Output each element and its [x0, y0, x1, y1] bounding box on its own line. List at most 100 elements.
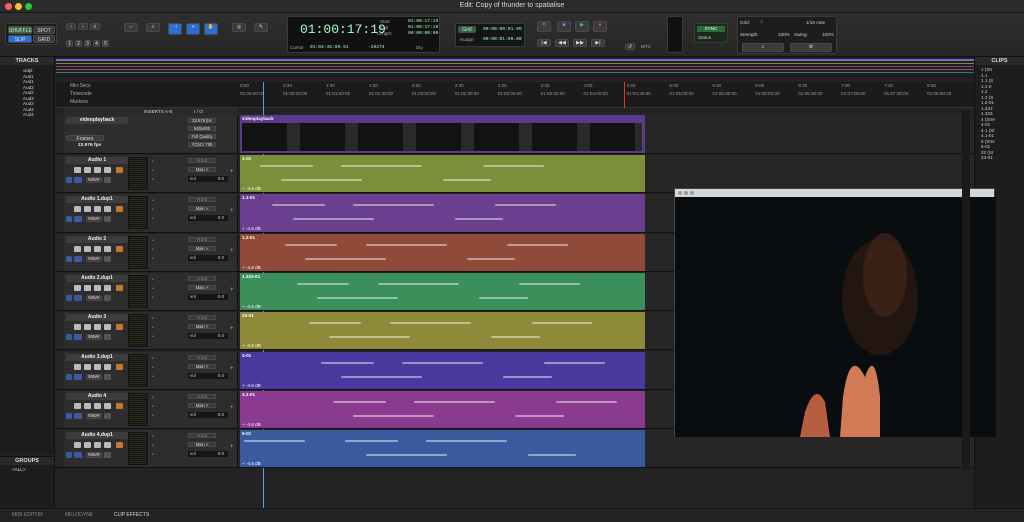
insert-slot-a[interactable]: • — [152, 395, 154, 401]
main-counter[interactable]: 01:00:17:19 — [300, 22, 386, 37]
length-value[interactable]: 00:00:00:00 — [408, 31, 438, 36]
timebase-icon[interactable] — [104, 373, 111, 380]
record-enable-icon[interactable] — [74, 206, 81, 213]
track-output-selector[interactable]: Main > — [188, 245, 216, 251]
track-output-selector[interactable]: Main > — [188, 363, 216, 369]
solo-button[interactable] — [94, 324, 101, 331]
track-volume[interactable]: vol 0.0 — [188, 333, 228, 340]
playlist-icon[interactable] — [74, 216, 82, 223]
gear-icon[interactable]: ⚙ — [790, 43, 832, 52]
insert-slot-c[interactable]: • — [152, 177, 154, 183]
mic-icon[interactable] — [116, 402, 123, 409]
zoom-out-button[interactable]: ‹ — [66, 23, 76, 30]
zoom-preset-5[interactable]: 5 — [102, 40, 109, 47]
insert-slot-c[interactable]: • — [152, 295, 154, 301]
grid-mode-button[interactable]: GRID — [33, 35, 55, 43]
insert-slot-a[interactable]: • — [152, 238, 154, 244]
track-name[interactable]: Audio 4.dup1 — [66, 432, 128, 440]
video-minimize-button[interactable] — [684, 191, 688, 195]
audio-clip[interactable]: 1-01 + -4.6 dB — [240, 155, 645, 193]
vol-value[interactable]: 0.0 — [218, 412, 224, 418]
automation-icon[interactable]: + — [230, 405, 234, 411]
record-enable-icon[interactable] — [74, 363, 81, 370]
go-to-end-button[interactable]: ▶| — [591, 39, 605, 47]
solo-button[interactable] — [94, 206, 101, 213]
track-input-selector[interactable]: A 1-2 — [188, 236, 216, 242]
track-output-selector[interactable]: Main > — [188, 442, 216, 448]
solo-button[interactable] — [94, 167, 101, 173]
automation-icon[interactable]: + — [230, 169, 234, 175]
track-name[interactable]: Audio 2.dup1 — [66, 274, 128, 282]
video-zoom-button[interactable] — [690, 191, 694, 195]
insert-slot-c[interactable]: • — [152, 216, 154, 222]
tab-midi-editor[interactable]: MIDI EDITOR — [12, 512, 43, 518]
audio-clip[interactable]: 1.1-01 + -4.6 dB — [240, 194, 645, 232]
swing-value[interactable]: 100% — [822, 32, 834, 37]
track-volume[interactable]: vol 0.0 — [188, 254, 228, 261]
insert-slot-a[interactable]: • — [152, 434, 154, 440]
track-output-selector[interactable]: Main > — [188, 206, 216, 212]
waveform-view-button[interactable]: wave — [86, 255, 102, 262]
nudge-label[interactable]: Nudge — [460, 37, 474, 42]
record-enable-icon[interactable] — [74, 245, 81, 252]
audio-clip[interactable]: 23-01 + -4.6 dB — [240, 312, 645, 350]
video-clip[interactable]: videoplayback — [240, 115, 645, 153]
waveform-view-button[interactable]: wave — [86, 294, 102, 301]
input-monitor-icon[interactable] — [84, 206, 91, 213]
record-enable-icon[interactable] — [74, 442, 81, 449]
playlist-icon[interactable] — [74, 334, 82, 341]
zoomer-tool-icon[interactable]: ⇔ — [124, 23, 138, 32]
timecode-ruler[interactable]: 01:00:00:00 01:00:30:00 01:01:00:00 01:01:3… — [240, 91, 970, 98]
track-input-selector[interactable]: A 1-2 — [188, 158, 216, 163]
right-grid-value[interactable]: 1/16 note — [806, 20, 825, 25]
audio-clip[interactable]: 5-01 + -4.6 dB — [240, 430, 645, 468]
record-enable-icon[interactable] — [74, 167, 81, 173]
waveform-view-button[interactable]: wave — [86, 334, 102, 341]
solo-button[interactable] — [94, 442, 101, 449]
grabber-tool-icon[interactable]: ✋ — [204, 23, 218, 35]
track-volume[interactable]: vol 0.0 — [188, 293, 228, 300]
insert-slot-a[interactable]: • — [152, 277, 154, 283]
input-monitor-icon[interactable] — [84, 284, 91, 291]
vol-value[interactable]: 0.0 — [218, 255, 224, 261]
track-view-selector-icon[interactable] — [66, 216, 72, 223]
track-volume[interactable]: vol 0.0 — [188, 176, 228, 182]
scrubber-tool-icon[interactable]: ◎ — [232, 23, 246, 32]
track-input-selector[interactable]: A 1-2 — [188, 275, 216, 281]
fast-forward-button[interactable]: ▶▶ — [573, 39, 587, 47]
track-name[interactable]: Audio 1 — [66, 157, 128, 164]
track-view-selector-icon[interactable] — [66, 177, 72, 183]
mic-icon[interactable] — [116, 206, 123, 213]
vol-value[interactable]: 0.0 — [218, 215, 224, 221]
zoom-preset-4[interactable]: 4 — [93, 40, 100, 47]
insert-slot-c[interactable]: • — [152, 452, 154, 458]
rewind-button[interactable]: ◀◀ — [555, 39, 569, 47]
track-output-selector[interactable]: Main > — [188, 284, 216, 290]
mute-button[interactable] — [104, 442, 111, 449]
tab-melodyne[interactable]: MELODYNE — [65, 512, 93, 518]
vol-value[interactable]: 0.0 — [218, 451, 224, 457]
insert-slot-b[interactable]: • — [152, 207, 154, 213]
track-name[interactable]: Audio 1.dup1 — [66, 196, 128, 204]
timebase-icon[interactable] — [104, 334, 111, 341]
mute-button[interactable] — [104, 167, 111, 173]
tab-clip-effects[interactable]: CLIP EFFECTS — [114, 512, 149, 518]
loop-icon[interactable]: ⟲ — [537, 21, 551, 32]
zoom-preset-3[interactable]: 3 — [84, 40, 91, 47]
solo-button[interactable] — [94, 284, 101, 291]
track-output-selector[interactable]: Main > — [188, 167, 216, 172]
slip-mode-button[interactable]: SLIP — [8, 35, 32, 43]
track-view-selector-icon[interactable] — [66, 334, 72, 341]
automation-icon[interactable]: + — [230, 326, 234, 332]
waveform-view-button[interactable]: wave — [86, 412, 102, 419]
grid-value[interactable]: 00:00:00:01.00 — [483, 27, 522, 32]
playlist-icon[interactable] — [74, 294, 82, 301]
audio-clip[interactable]: 1.333-01 + -4.6 dB — [240, 272, 645, 311]
automation-icon[interactable]: + — [230, 248, 234, 254]
insert-slot-b[interactable]: • — [152, 168, 154, 174]
solo-button[interactable] — [94, 363, 101, 370]
track-output-selector[interactable]: Main > — [188, 324, 216, 330]
mic-icon[interactable] — [116, 284, 123, 291]
input-monitor-icon[interactable] — [84, 402, 91, 409]
vol-value[interactable]: 0.0 — [218, 294, 224, 300]
